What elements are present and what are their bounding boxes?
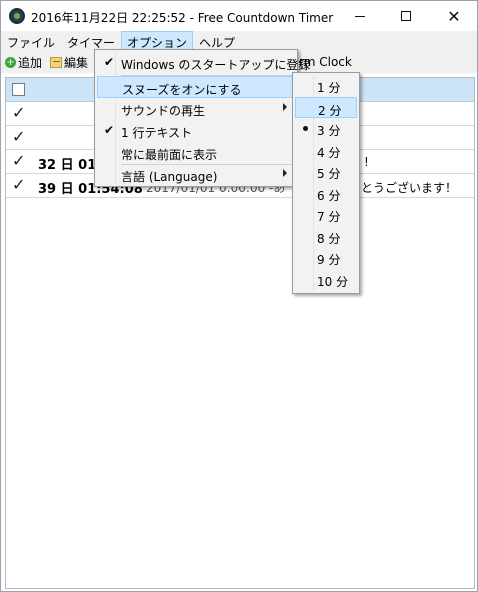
snooze-option[interactable]: 4 分	[295, 140, 357, 162]
snooze-label: 6 分	[317, 188, 341, 203]
title-bar: 2016年11月22日 22:25:52 - Free Countdown Ti…	[1, 1, 477, 31]
snooze-option[interactable]: 10 分	[295, 269, 357, 291]
snooze-label: 2 分	[318, 103, 342, 118]
edit-button[interactable]: 編集	[46, 51, 92, 73]
menu-help[interactable]: ヘルプ	[193, 31, 241, 51]
snooze-option[interactable]: 9 分	[295, 247, 357, 269]
snooze-submenu: 1 分 2 分 3 分 4 分 5 分 6 分 7 分 8 分 9 分 10 分	[292, 72, 360, 294]
menu-item-startup[interactable]: ✔ Windows のスタートアップに登録	[97, 52, 310, 74]
timer-message: !	[364, 155, 369, 169]
menu-item-sound[interactable]: サウンドの再生	[97, 98, 295, 120]
snooze-label: 5 分	[317, 167, 341, 181]
menu-item-label: Windows のスタートアップに登録	[121, 58, 311, 72]
checkmark-icon[interactable]: ✓	[12, 129, 26, 145]
countdown-clock-icon	[9, 8, 25, 24]
snooze-option[interactable]: 6 分	[295, 183, 357, 205]
countdown-value: 32 日 01	[38, 158, 97, 173]
snooze-option[interactable]: 1 分	[295, 75, 357, 97]
menu-bar: ファイル タイマー オプション ヘルプ	[1, 31, 477, 51]
menu-item-snooze[interactable]: スヌーズをオンにする	[97, 76, 295, 98]
select-all-checkbox[interactable]	[12, 83, 25, 96]
menu-item-label: 1 行テキスト	[121, 126, 193, 140]
edit-label: 編集	[64, 55, 89, 70]
checkmark-icon[interactable]: ✓	[12, 153, 26, 169]
window-title: 2016年11月22日 22:25:52 - Free Countdown Ti…	[31, 11, 334, 25]
checkmark-icon: ✔	[104, 123, 115, 137]
checkmark-icon[interactable]: ✓	[12, 105, 26, 121]
snooze-option[interactable]: 7 分	[295, 204, 357, 226]
maximize-button[interactable]	[383, 1, 429, 31]
menu-item-one-line-text[interactable]: ✔ 1 行テキスト	[97, 120, 295, 142]
menu-item-label: サウンドの再生	[121, 104, 206, 118]
maximize-icon	[401, 11, 411, 21]
edit-icon	[50, 56, 63, 68]
menu-item-label: 常に最前面に表示	[121, 148, 218, 162]
snooze-option[interactable]: 5 分	[295, 161, 357, 183]
snooze-label: 1 分	[317, 81, 341, 95]
snooze-label: 9 分	[317, 253, 341, 267]
menu-item-label: スヌーズをオンにする	[122, 83, 242, 97]
submenu-arrow-icon	[283, 103, 287, 111]
checkmark-icon: ✔	[104, 55, 115, 69]
menu-item-language[interactable]: 言語 (Language)	[97, 164, 295, 186]
minimize-icon	[355, 15, 365, 17]
minimize-button[interactable]	[337, 1, 383, 31]
menu-timer[interactable]: タイマー	[61, 31, 121, 51]
add-icon: +	[5, 56, 16, 68]
snooze-option[interactable]: 2 分	[295, 96, 357, 118]
snooze-label: 7 分	[317, 210, 341, 224]
close-icon: ✕	[447, 6, 461, 26]
snooze-option[interactable]: 3 分	[295, 118, 357, 140]
submenu-arrow-icon	[283, 169, 287, 177]
add-button[interactable]: + 追加	[1, 51, 46, 73]
radio-dot-icon	[303, 126, 308, 131]
timer-message: とうございます！	[361, 181, 458, 195]
snooze-label: 8 分	[317, 231, 341, 246]
snooze-label: 10 分	[317, 274, 349, 289]
snooze-label: 4 分	[317, 145, 341, 160]
checkmark-icon[interactable]: ✓	[12, 177, 26, 193]
menu-options[interactable]: オプション	[121, 31, 194, 51]
menu-item-always-on-top[interactable]: 常に最前面に表示	[97, 142, 295, 164]
snooze-label: 3 分	[317, 124, 341, 138]
snooze-option[interactable]: 8 分	[295, 226, 357, 248]
menu-item-label: 言語 (Language)	[121, 170, 218, 184]
add-label: 追加	[18, 55, 43, 70]
menu-file[interactable]: ファイル	[1, 31, 61, 51]
options-dropdown: ✔ Windows のスタートアップに登録 スヌーズをオンにする サウンドの再生…	[94, 49, 310, 187]
close-button[interactable]: ✕	[431, 1, 477, 31]
